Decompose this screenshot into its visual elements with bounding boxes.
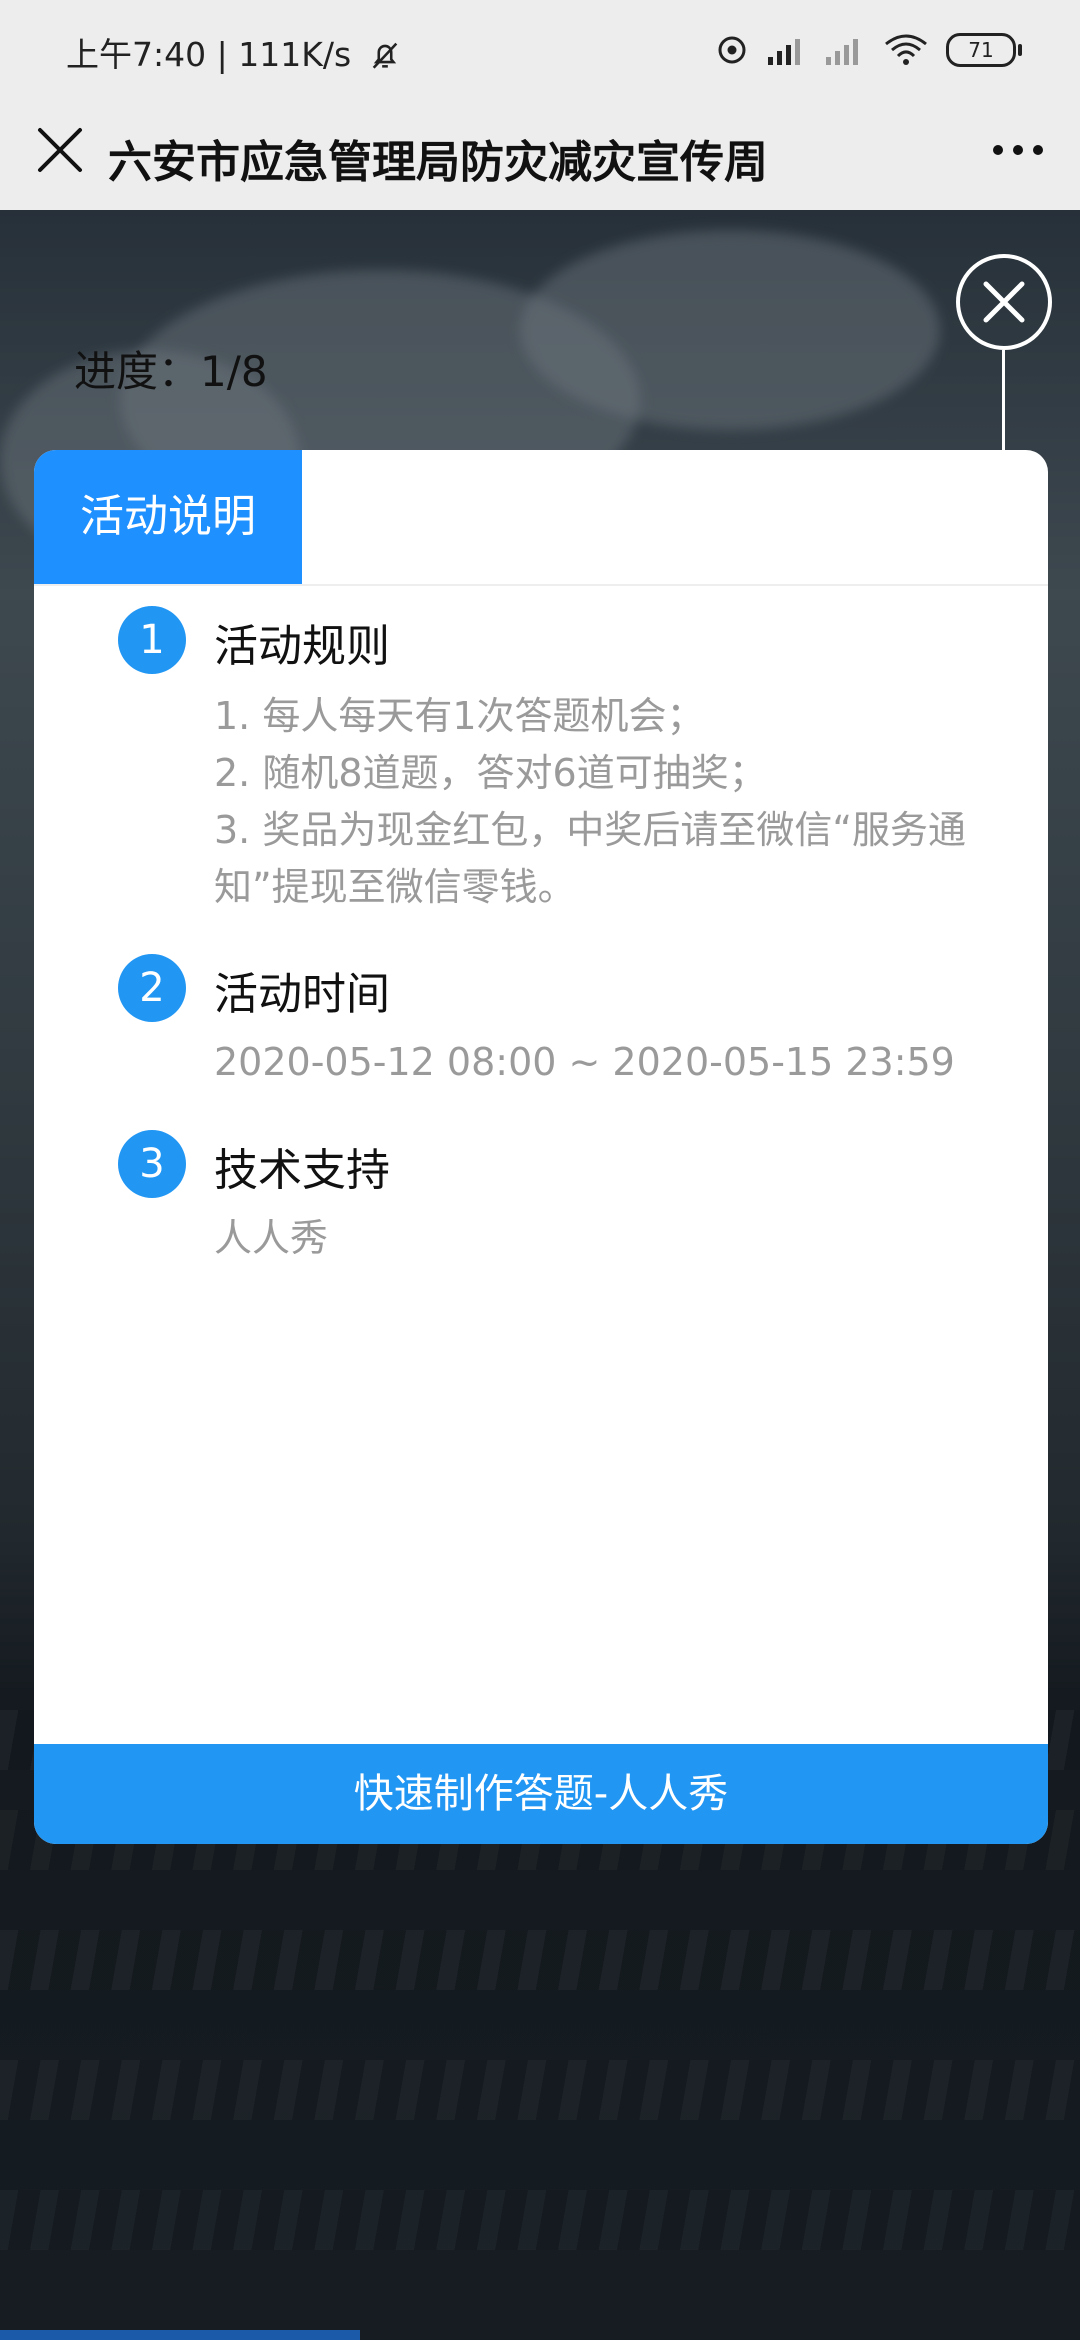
section-number: 3	[118, 1130, 186, 1198]
signal-icon	[768, 39, 800, 65]
battery-indicator: 71	[946, 33, 1022, 67]
section-time: 2 活动时间 2020-05-12 08:00 ~ 2020-05-15 23:…	[118, 954, 998, 1104]
rule-item: 3. 奖品为现金红包，中奖后请至微信“服务通知”提现至微信零钱。	[214, 808, 967, 909]
section-rules: 1 活动规则 1. 每人每天有1次答题机会； 2. 随机8道题，答对6道可抽奖；…	[118, 606, 998, 909]
modal-tab-bar: 活动说明	[34, 450, 1048, 586]
hotspot-icon	[718, 36, 746, 64]
section-title: 技术支持	[214, 1145, 390, 1196]
signal-icon	[826, 39, 858, 65]
modal-close-button[interactable]	[956, 254, 1052, 350]
battery-level: 71	[968, 38, 994, 62]
quick-create-button[interactable]: 快速制作答题-人人秀	[34, 1744, 1048, 1844]
close-connector-line	[1002, 350, 1005, 452]
tab-activity-info[interactable]: 活动说明	[34, 450, 302, 584]
status-bar: 上午7:40 | 111K/s 71	[0, 0, 1080, 100]
section-title: 活动规则	[214, 621, 390, 672]
status-icons: 71	[714, 30, 1022, 70]
page-title: 六安市应急管理局防灾减灾宣传周	[108, 137, 768, 188]
wifi-icon	[885, 34, 927, 65]
section-tech-support: 3 技术支持 人人秀	[118, 1130, 998, 1280]
rules-list: 1. 每人每天有1次答题机会； 2. 随机8道题，答对6道可抽奖； 3. 奖品为…	[214, 688, 974, 916]
title-bar: 六安市应急管理局防灾减灾宣传周	[0, 100, 1080, 210]
bell-off-icon	[372, 42, 397, 69]
activity-info-modal: 活动说明 1 活动规则 1. 每人每天有1次答题机会； 2. 随机8道题，答对6…	[34, 450, 1048, 1844]
status-time-text: 上午7:40 | 111K/s	[66, 35, 352, 74]
tech-support-text: 人人秀	[214, 1216, 329, 1260]
section-number: 1	[118, 606, 186, 674]
quiz-progress: 进度：1/8	[74, 347, 268, 396]
bottom-progress-strip	[0, 2330, 360, 2340]
section-number: 2	[118, 954, 186, 1022]
close-icon[interactable]	[960, 258, 1048, 346]
status-time-speed: 上午7:40 | 111K/s	[66, 28, 402, 76]
rule-item: 2. 随机8道题，答对6道可抽奖；	[214, 751, 767, 795]
close-icon[interactable]	[32, 122, 88, 178]
section-title: 活动时间	[214, 969, 390, 1020]
activity-time-text: 2020-05-12 08:00 ~ 2020-05-15 23:59	[214, 1040, 955, 1084]
more-icon[interactable]	[988, 130, 1048, 170]
rule-item: 1. 每人每天有1次答题机会；	[214, 694, 705, 738]
